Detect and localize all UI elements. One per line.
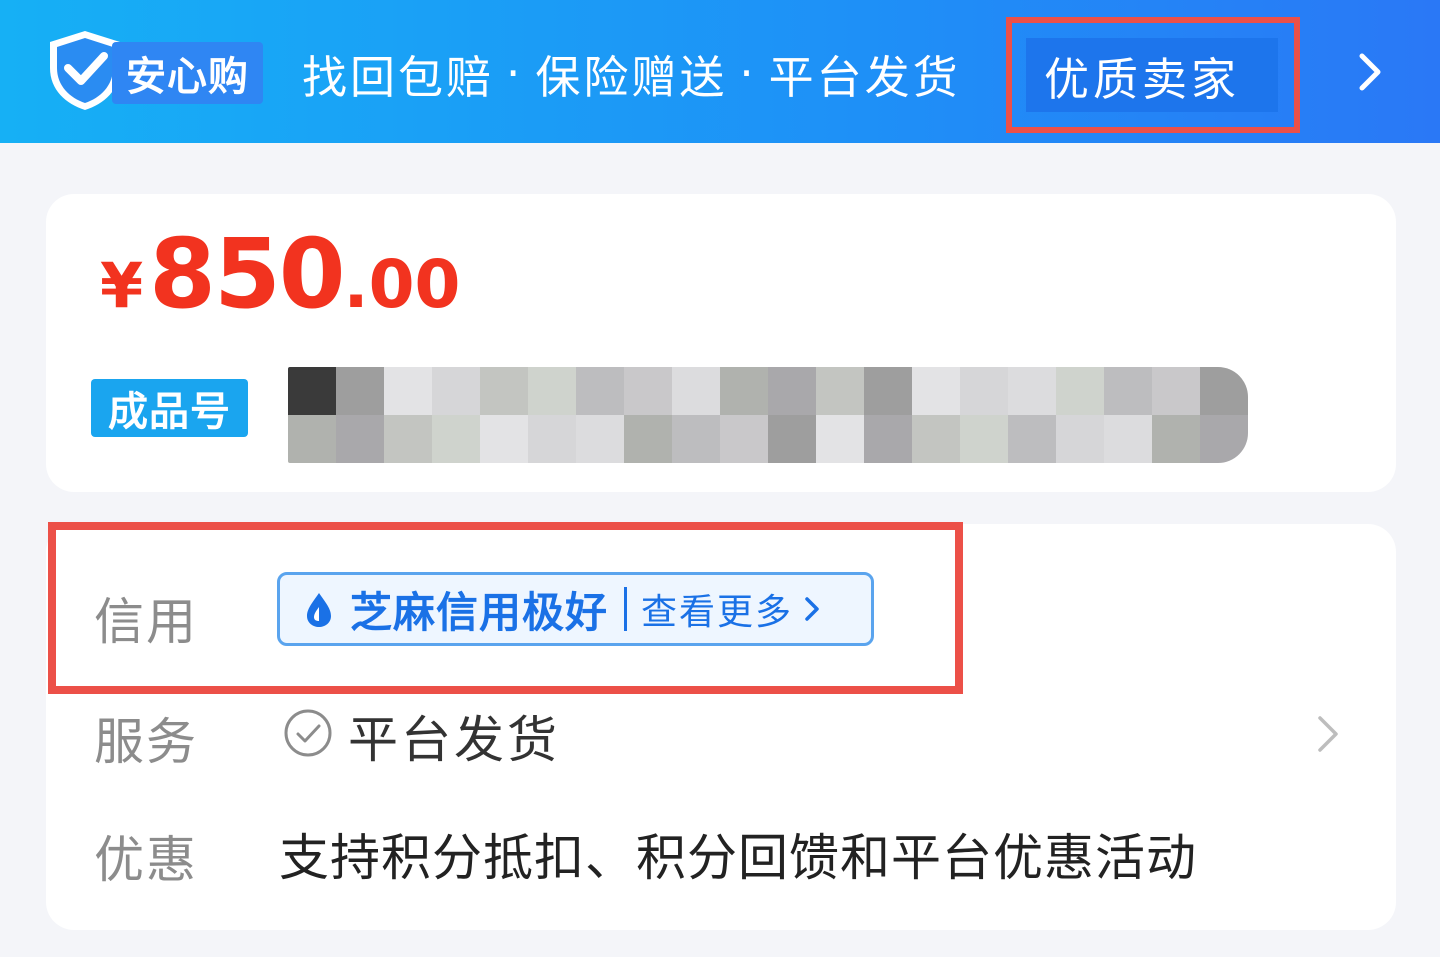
product-type-tag: 成品号 [91,379,248,437]
price-decimal: .00 [343,246,461,323]
view-more-link[interactable]: 查看更多 [641,583,793,635]
service-label: 服务 [94,713,198,771]
divider [624,587,628,631]
credit-rating: 芝麻信用极好 [350,587,609,637]
sesame-credit-button[interactable]: 芝麻信用极好 查看更多 [277,572,874,646]
price-integer: 850 [149,218,345,330]
price-currency: ¥ [100,249,144,322]
feature-separator: · [739,46,757,100]
brand-label: 安心购 [112,42,263,104]
feature-label: 平台发货 [768,50,961,104]
sesame-drop-icon [307,593,331,627]
chevron-right-icon[interactable] [1316,714,1340,754]
promotion-value: 支持积分抵扣、积分回馈和平台优惠活动 [279,829,1197,887]
service-value: 平台发货 [348,711,560,769]
quality-seller-badge: 优质卖家 [1026,38,1278,112]
check-circle-icon [284,709,332,757]
credit-label: 信用 [94,593,198,651]
chevron-right-icon [805,597,819,621]
chevron-right-icon[interactable] [1350,48,1390,96]
guarantee-features: 找回包赔 · 保险赠送 · 平台发货 [302,40,961,106]
price: ¥ 850 .00 [100,218,461,330]
redacted-title-mosaic [288,367,1248,463]
promotion-label: 优惠 [94,831,198,889]
feature-label: 保险赠送 [535,50,728,104]
feature-separator: · [506,46,524,100]
feature-label: 找回包赔 [302,50,495,104]
